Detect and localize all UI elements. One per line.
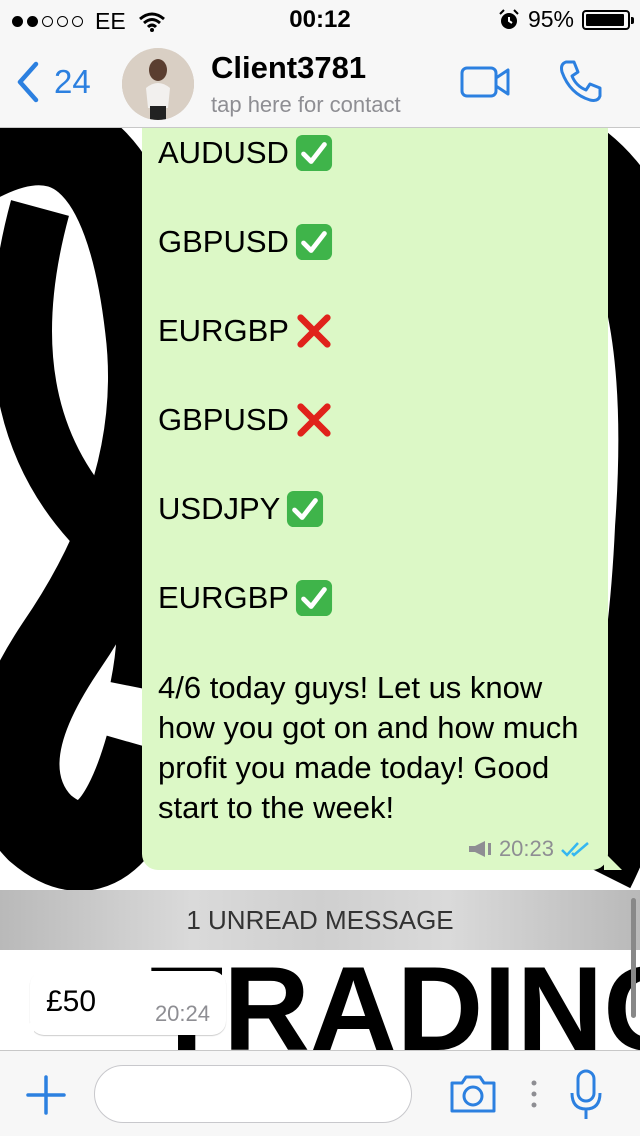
signal-list: AUDUSD GBPUSD EURGBP GBPUSD USDJPY EURGBP <box>158 130 592 664</box>
check-mark-icon <box>287 490 324 528</box>
message-text: £50 <box>46 985 97 1018</box>
bubble-tail <box>18 1019 34 1035</box>
chevron-left-icon <box>17 61 39 103</box>
plus-icon[interactable] <box>26 1075 66 1115</box>
check-mark-icon <box>295 134 332 172</box>
outgoing-message-bubble[interactable]: AUDUSD GBPUSD EURGBP GBPUSD USDJPY EURGBP 4/6… <box>142 128 622 870</box>
chat-area: TRADING AUDUSDGBPUSDEURGBPGBPUSDUSDJPYEU… <box>0 128 640 1050</box>
back-button[interactable]: 24 <box>14 60 91 104</box>
composer-bar <box>0 1050 640 1136</box>
phone-icon[interactable] <box>558 58 604 104</box>
battery-percent: 95% <box>527 6 574 32</box>
video-call-icon[interactable] <box>460 64 512 100</box>
unread-banner: 1 UNREAD MESSAGE <box>0 890 640 950</box>
check-mark-icon <box>295 223 332 261</box>
message-input[interactable] <box>94 1065 412 1123</box>
broadcast-icon <box>468 841 491 857</box>
status-bar: EE 00:12 95% <box>0 0 640 40</box>
cross-mark-icon <box>297 314 331 348</box>
currency-pair-label: USDJPY <box>158 491 281 526</box>
chat-header: 24 Client3781 tap here for contact <box>0 40 640 128</box>
currency-pair-label: GBPUSD <box>158 402 289 437</box>
cross-mark-icon <box>297 403 331 437</box>
signal-row: EURGBP <box>158 308 592 397</box>
avatar[interactable] <box>122 48 194 120</box>
message-text: 4/6 today guys! Let us know how you got … <box>158 670 579 825</box>
signal-row: GBPUSD <box>158 219 592 308</box>
unread-chats-count: 24 <box>54 63 91 100</box>
double-check-icon <box>561 842 589 857</box>
signal-row: AUDUSD <box>158 130 592 219</box>
currency-pair-label: AUDUSD <box>158 135 289 170</box>
message-time: 20:24 <box>154 1001 210 1026</box>
person-photo <box>122 48 194 120</box>
alarm-icon <box>499 8 519 29</box>
signal-row: USDJPY <box>158 486 592 575</box>
status-right: 95% <box>498 6 634 33</box>
incoming-message-bubble[interactable]: £50 20:24 <box>18 971 226 1035</box>
signal-row: GBPUSD <box>158 397 592 486</box>
currency-pair-label: GBPUSD <box>158 224 289 259</box>
bubble-tail <box>604 852 622 870</box>
contact-name[interactable]: Client3781 <box>211 50 366 86</box>
microphone-icon[interactable] <box>568 1069 604 1121</box>
scrollbar[interactable] <box>631 898 636 1018</box>
currency-pair-label: EURGBP <box>158 580 289 615</box>
currency-pair-label: EURGBP <box>158 313 289 348</box>
more-dots-icon[interactable] <box>530 1079 538 1109</box>
signal-row: EURGBP <box>158 575 592 664</box>
battery-icon <box>582 9 634 30</box>
message-time: 20:23 <box>498 836 554 861</box>
check-mark-icon <box>295 579 332 617</box>
camera-icon[interactable] <box>448 1073 498 1115</box>
contact-subtitle[interactable]: tap here for contact <box>211 92 401 118</box>
message-meta: 20:23 <box>467 836 592 862</box>
